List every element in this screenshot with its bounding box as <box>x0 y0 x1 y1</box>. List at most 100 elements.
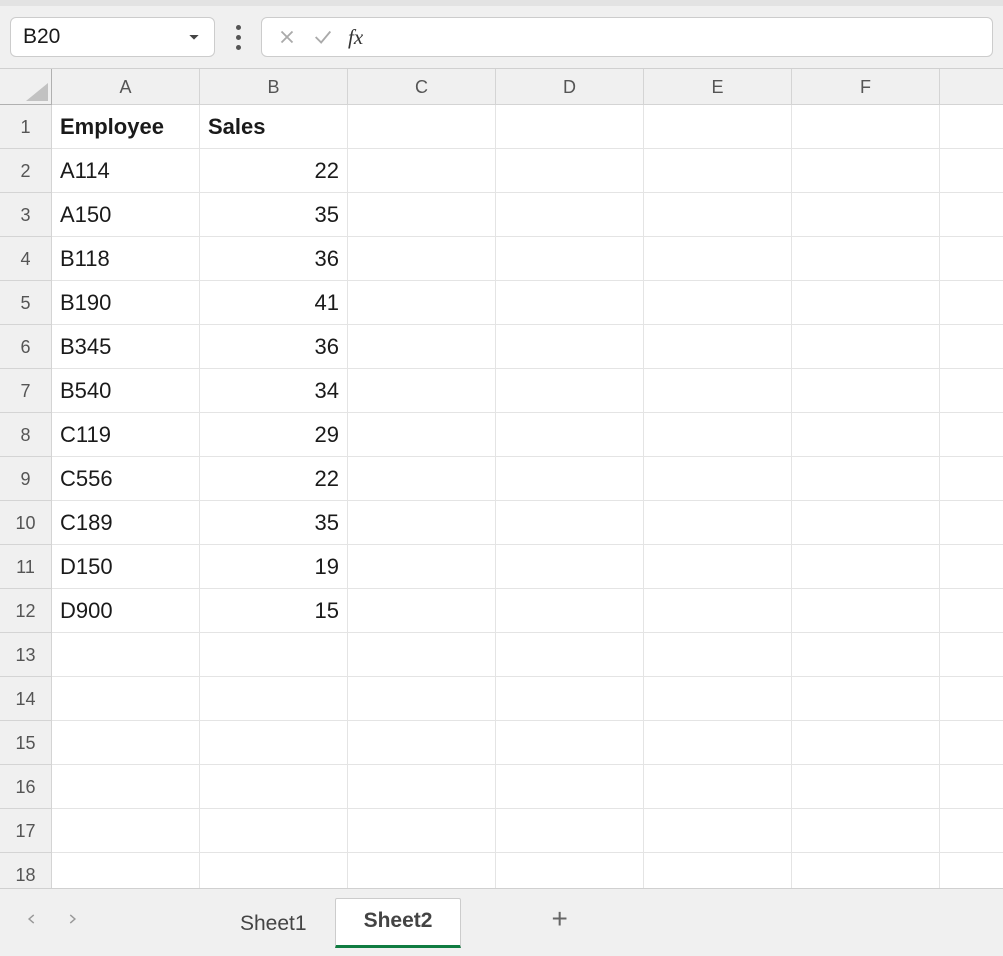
cell[interactable] <box>200 809 348 853</box>
cell[interactable] <box>52 721 200 765</box>
cell[interactable] <box>792 193 940 237</box>
cell[interactable] <box>496 545 644 589</box>
cell[interactable] <box>792 413 940 457</box>
sheet-tab[interactable]: Sheet2 <box>335 898 462 948</box>
cell[interactable] <box>940 677 1003 721</box>
cell[interactable] <box>496 413 644 457</box>
cell[interactable] <box>496 633 644 677</box>
cell[interactable]: Sales <box>200 105 348 149</box>
cell[interactable]: 35 <box>200 501 348 545</box>
cell[interactable]: Employee <box>52 105 200 149</box>
cell[interactable] <box>940 765 1003 809</box>
cell[interactable] <box>644 677 792 721</box>
cell[interactable] <box>200 677 348 721</box>
cell[interactable] <box>940 193 1003 237</box>
cell[interactable]: B118 <box>52 237 200 281</box>
cell[interactable] <box>52 677 200 721</box>
cell[interactable] <box>200 721 348 765</box>
cell[interactable] <box>644 369 792 413</box>
cell[interactable] <box>792 809 940 853</box>
sheet-tab[interactable]: Sheet1 <box>212 902 335 948</box>
column-header[interactable]: D <box>496 69 644 105</box>
cell[interactable]: C119 <box>52 413 200 457</box>
cell[interactable] <box>496 105 644 149</box>
cell[interactable] <box>348 325 496 369</box>
cell[interactable] <box>940 721 1003 765</box>
cell[interactable] <box>644 633 792 677</box>
row-header[interactable]: 7 <box>0 369 52 413</box>
cell[interactable]: 35 <box>200 193 348 237</box>
cell[interactable]: C189 <box>52 501 200 545</box>
cell[interactable] <box>348 853 496 888</box>
cell[interactable] <box>940 457 1003 501</box>
cell[interactable] <box>348 545 496 589</box>
cell[interactable] <box>644 765 792 809</box>
cell[interactable] <box>496 369 644 413</box>
cell[interactable]: B190 <box>52 281 200 325</box>
row-header[interactable]: 12 <box>0 589 52 633</box>
cell[interactable] <box>496 281 644 325</box>
row-header[interactable]: 6 <box>0 325 52 369</box>
cell[interactable] <box>940 633 1003 677</box>
cell[interactable] <box>52 853 200 888</box>
cell[interactable] <box>792 237 940 281</box>
cancel-icon[interactable] <box>276 26 298 48</box>
chevron-down-icon[interactable] <box>186 29 202 45</box>
cell[interactable] <box>348 281 496 325</box>
column-header[interactable]: C <box>348 69 496 105</box>
cell[interactable] <box>792 501 940 545</box>
row-header[interactable]: 14 <box>0 677 52 721</box>
cell[interactable] <box>792 853 940 888</box>
cell[interactable] <box>792 545 940 589</box>
cell[interactable] <box>644 809 792 853</box>
cell[interactable] <box>792 765 940 809</box>
cell[interactable] <box>940 237 1003 281</box>
cell[interactable] <box>496 765 644 809</box>
cell[interactable]: 22 <box>200 457 348 501</box>
add-sheet-button[interactable]: + <box>531 903 587 935</box>
cell[interactable] <box>496 721 644 765</box>
cell[interactable] <box>644 501 792 545</box>
row-header[interactable]: 15 <box>0 721 52 765</box>
cell[interactable] <box>644 589 792 633</box>
cell[interactable] <box>52 765 200 809</box>
cell[interactable] <box>348 369 496 413</box>
cell[interactable] <box>644 193 792 237</box>
cell[interactable] <box>940 501 1003 545</box>
cell[interactable] <box>644 281 792 325</box>
cell[interactable]: 34 <box>200 369 348 413</box>
cell[interactable]: A150 <box>52 193 200 237</box>
cell[interactable] <box>940 325 1003 369</box>
cell[interactable] <box>792 105 940 149</box>
cell[interactable]: 19 <box>200 545 348 589</box>
cell[interactable] <box>348 809 496 853</box>
cell[interactable]: B540 <box>52 369 200 413</box>
cell[interactable] <box>200 633 348 677</box>
cell[interactable] <box>348 721 496 765</box>
cell[interactable] <box>792 149 940 193</box>
cell[interactable] <box>940 105 1003 149</box>
row-header[interactable]: 8 <box>0 413 52 457</box>
cell[interactable] <box>496 237 644 281</box>
cell[interactable] <box>792 325 940 369</box>
cell[interactable] <box>496 149 644 193</box>
cell[interactable]: 41 <box>200 281 348 325</box>
cell[interactable] <box>940 413 1003 457</box>
select-all-corner[interactable] <box>0 69 52 105</box>
cell[interactable] <box>940 149 1003 193</box>
cell[interactable] <box>940 589 1003 633</box>
cell[interactable] <box>348 589 496 633</box>
cell[interactable] <box>348 633 496 677</box>
cell[interactable] <box>200 765 348 809</box>
row-header[interactable]: 1 <box>0 105 52 149</box>
row-header[interactable]: 4 <box>0 237 52 281</box>
row-header[interactable]: 5 <box>0 281 52 325</box>
cell[interactable] <box>52 633 200 677</box>
cell[interactable]: 15 <box>200 589 348 633</box>
cell[interactable]: D150 <box>52 545 200 589</box>
row-header[interactable]: 16 <box>0 765 52 809</box>
cell[interactable] <box>792 721 940 765</box>
cell[interactable] <box>496 853 644 888</box>
cell[interactable]: D900 <box>52 589 200 633</box>
fx-button[interactable]: fx <box>348 25 363 50</box>
